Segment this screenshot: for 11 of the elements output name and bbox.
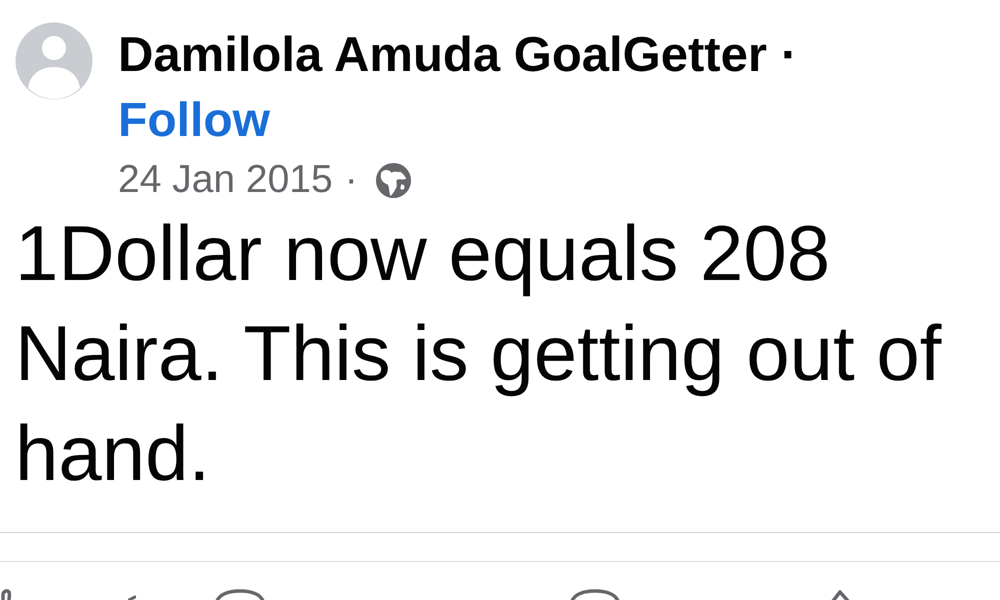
cut-off-icon[interactable]: [569, 589, 621, 600]
author-name[interactable]: Damilola Amuda GoalGetter: [118, 27, 767, 83]
post-date[interactable]: 24 Jan 2015: [118, 157, 333, 203]
follow-link[interactable]: Follow: [118, 93, 270, 149]
dot-separator: ·: [780, 27, 798, 83]
globe-icon: [374, 160, 413, 200]
dot-separator: ·: [344, 157, 358, 203]
cut-off-icon[interactable]: [214, 589, 266, 600]
post-text: 1Dollar now equals 208 Naira. This is getting out of hand.: [14, 208, 942, 499]
cut-off-icon[interactable]: [830, 589, 850, 600]
cut-off-icon: [128, 595, 136, 600]
